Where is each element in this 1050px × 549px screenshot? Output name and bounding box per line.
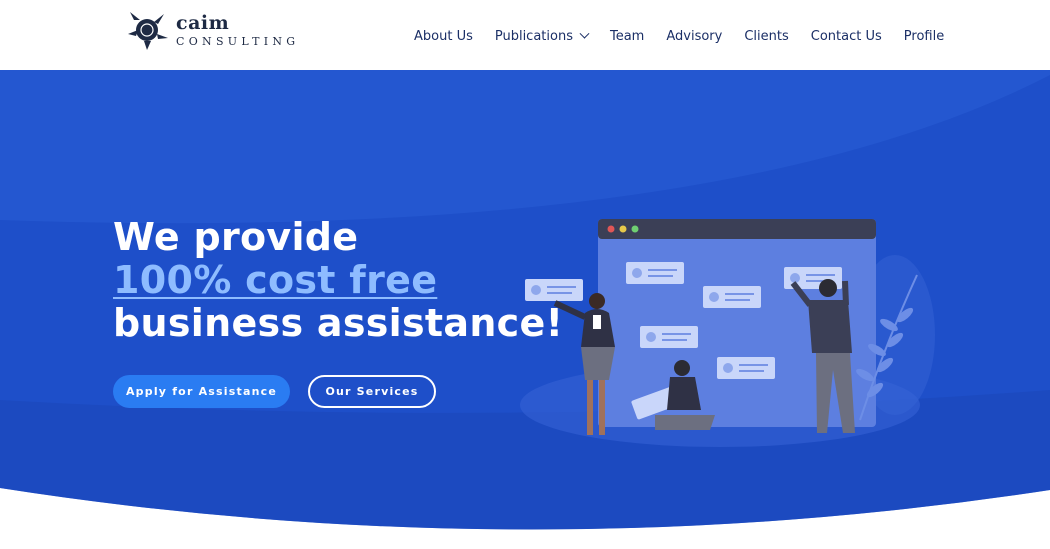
nav-about-us[interactable]: About Us [414, 29, 473, 44]
nav-contact-us[interactable]: Contact Us [811, 29, 882, 44]
nav-label: Clients [744, 29, 789, 44]
nav-label: About Us [414, 29, 473, 44]
nav-team[interactable]: Team [610, 29, 644, 44]
hero-section: We provide 100% cost free business assis… [0, 70, 1050, 549]
nav-advisory[interactable]: Advisory [666, 29, 722, 44]
main-nav: About Us Publications Team Advisory Clie… [414, 28, 944, 44]
logo-tagline: CONSULTING [176, 34, 300, 48]
nav-label: Contact Us [810, 29, 882, 44]
headline-accent-link[interactable]: 100% cost free [113, 259, 563, 302]
nav-publications[interactable]: Publications [494, 28, 590, 44]
nav-label: Team [609, 29, 645, 44]
nav-clients[interactable]: Clients [744, 29, 788, 44]
team-collaboration-illustration [520, 219, 935, 447]
hero-headline: We provide 100% cost free business assis… [113, 216, 563, 345]
logo-name: caim [176, 11, 230, 34]
logo-mark-icon [128, 12, 168, 50]
nav-label: Profile [903, 29, 945, 44]
apply-for-assistance-button[interactable]: Apply for Assistance [113, 375, 290, 408]
nav-label: Advisory [666, 29, 723, 44]
headline-line-3: business assistance! [113, 301, 564, 345]
nav-profile[interactable]: Profile [904, 29, 944, 44]
site-header: caim CONSULTING About Us Publications Te… [0, 0, 1050, 70]
chevron-down-icon [579, 28, 590, 39]
our-services-button[interactable]: Our Services [308, 375, 436, 408]
headline-line-1: We provide [113, 215, 359, 259]
nav-label: Publications [494, 29, 573, 44]
logo[interactable]: caim CONSULTING [124, 8, 299, 52]
